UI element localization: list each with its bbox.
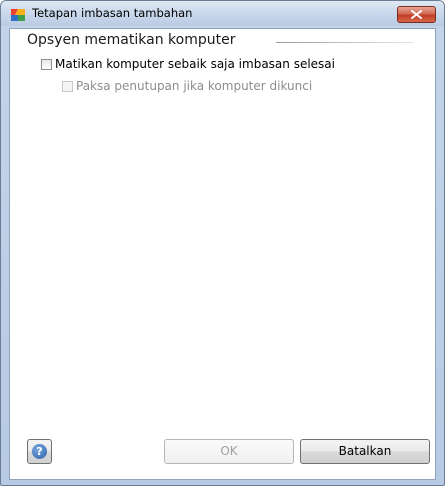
force-shutdown-option: Paksa penutupan jika komputer dikunci xyxy=(62,79,312,93)
shutdown-option-label: Matikan komputer sebaik saja imbasan sel… xyxy=(55,57,335,71)
group-title: Opsyen mematikan komputer xyxy=(27,32,236,48)
force-shutdown-checkbox xyxy=(62,80,73,92)
cancel-button[interactable]: Batalkan xyxy=(300,439,430,464)
avg-logo-icon xyxy=(10,6,26,22)
close-icon xyxy=(411,10,422,19)
shutdown-option[interactable]: Matikan komputer sebaik saja imbasan sel… xyxy=(41,57,335,71)
title-bar[interactable]: Tetapan imbasan tambahan xyxy=(1,1,444,26)
dialog-window: Tetapan imbasan tambahan Opsyen mematika… xyxy=(0,0,445,486)
help-icon: ? xyxy=(32,444,47,459)
ok-button: OK xyxy=(164,439,294,464)
window-title: Tetapan imbasan tambahan xyxy=(32,6,193,20)
dialog-content: Opsyen mematikan komputer Matikan komput… xyxy=(9,28,436,480)
group-divider xyxy=(276,42,414,43)
close-button[interactable] xyxy=(397,6,436,23)
force-shutdown-option-label: Paksa penutupan jika komputer dikunci xyxy=(76,79,313,93)
help-button[interactable]: ? xyxy=(27,439,52,464)
shutdown-checkbox[interactable] xyxy=(41,58,52,70)
